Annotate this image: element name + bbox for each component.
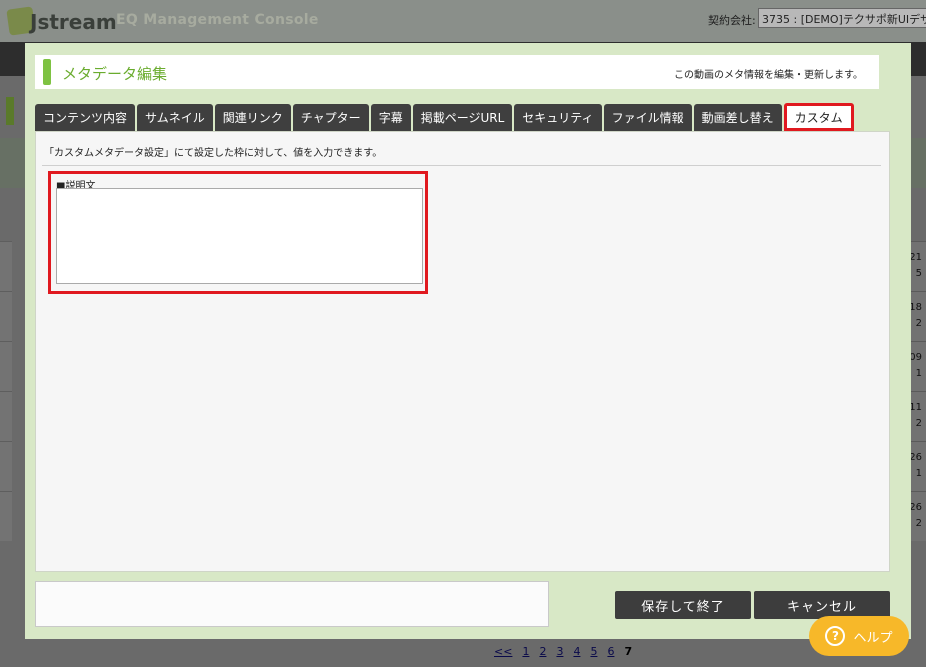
app-header: Jstream EQ Management Console 契約会社: 3735… [0,0,926,42]
background-row-value: 2 [915,518,922,529]
background-row-value: 21 [909,252,922,263]
tab-bar: コンテンツ内容 サムネイル 関連リンク チャプター 字幕 掲載ページURL セキ… [35,103,854,131]
background-row-edge [0,441,12,491]
pagination: << 1 2 3 4 5 6 7 [494,645,632,658]
tab-video-replace[interactable]: 動画差し替え [693,104,782,131]
dialog-description: この動画のメタ情報を編集・更新します。 [674,70,863,81]
background-row-edge [0,491,12,541]
tab-file-info[interactable]: ファイル情報 [603,104,692,131]
background-row-edge [0,241,12,291]
header-accent-bar [43,59,51,85]
background-row-value: 2 [915,418,922,429]
background-row-value: 09 [909,352,922,363]
tab-page-url[interactable]: 掲載ページURL [412,104,513,131]
background-row-value: 18 [909,302,922,313]
background-row-value: 5 [915,268,922,279]
logo-text: Jstream [30,10,117,34]
background-row-value: 26 [909,502,922,513]
description-field-group: ■説明文 [48,171,428,294]
jstream-logo: Jstream [6,6,117,36]
app-section-marker [6,97,14,125]
page-link[interactable]: 4 [573,645,580,658]
background-row-edge [0,291,12,341]
app-title: EQ Management Console [116,12,319,28]
tab-thumbnail[interactable]: サムネイル [137,104,213,131]
panel-instruction: 「カスタムメタデータ設定」にて設定した枠に対して、値を入力できます。 [44,148,383,159]
cancel-button[interactable]: キャンセル [754,591,890,619]
background-row-value: 2 [915,318,922,329]
background-row-edge [0,391,12,441]
contract-select[interactable]: 3735 : [DEMO]テクサポ新UIデザイ [758,8,926,28]
help-label: ヘルプ [853,630,893,646]
background-row-value: 11 [909,402,922,413]
custom-tab-panel: 「カスタムメタデータ設定」にて設定した枠に対して、値を入力できます。 ■説明文 [35,131,890,572]
tab-custom[interactable]: カスタム [783,103,854,131]
tab-subtitles[interactable]: 字幕 [370,104,411,131]
tab-related-links[interactable]: 関連リンク [214,104,291,131]
description-textarea[interactable] [56,188,423,284]
help-button[interactable]: ? ヘルプ [809,616,909,656]
background-row-value: 1 [915,468,922,479]
metadata-edit-dialog: メタデータ編集 この動画のメタ情報を編集・更新します。 コンテンツ内容 サムネイ… [25,43,911,639]
page-link[interactable]: 5 [590,645,597,658]
question-icon: ? [825,626,846,646]
dialog-header: メタデータ編集 この動画のメタ情報を編集・更新します。 [35,55,879,89]
page-link[interactable]: 1 [522,645,529,658]
page-first-link[interactable]: << [494,645,512,658]
divider [42,165,881,166]
message-area [35,581,549,627]
save-and-close-button[interactable]: 保存して終了 [615,591,751,619]
dialog-title: メタデータ編集 [62,65,168,83]
tab-security[interactable]: セキュリティ [514,104,602,131]
page-current: 7 [624,645,633,658]
page-link[interactable]: 6 [607,645,614,658]
page-link[interactable]: 3 [556,645,563,658]
tab-contents[interactable]: コンテンツ内容 [35,104,136,131]
background-row-edge [0,341,12,391]
tab-chapter[interactable]: チャプター [292,104,369,131]
page-link[interactable]: 2 [539,645,546,658]
background-row-value: 1 [915,368,922,379]
background-row-value: 26 [909,452,922,463]
contract-label: 契約会社: [708,14,756,27]
